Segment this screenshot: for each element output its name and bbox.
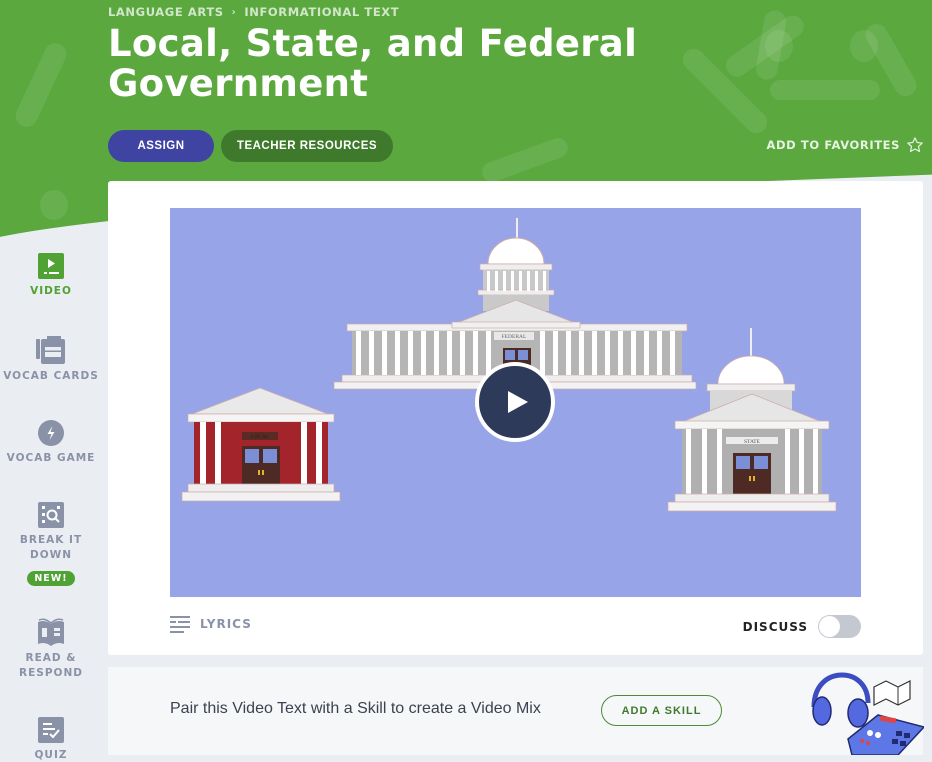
assign-button[interactable]: ASSIGN xyxy=(108,130,214,162)
lyrics-icon xyxy=(170,616,190,633)
sidebar-item-label: QUIZ xyxy=(34,749,68,761)
headphones-music-illustration xyxy=(811,672,924,755)
book-icon xyxy=(38,618,64,646)
quiz-icon xyxy=(38,717,64,743)
lightning-icon xyxy=(38,420,64,446)
add-to-favorites-button[interactable]: ADD TO FAVORITES xyxy=(767,136,924,154)
state-building: STATE xyxy=(667,328,837,512)
magnify-icon xyxy=(38,502,64,528)
discuss-control: DISCUSS xyxy=(743,615,861,638)
new-badge: NEW! xyxy=(27,571,75,586)
sidebar-item-quiz[interactable]: QUIZ xyxy=(0,717,102,762)
background-pattern xyxy=(479,135,571,185)
favorites-label: ADD TO FAVORITES xyxy=(766,138,900,152)
page-title: Local, State, and Federal Government xyxy=(108,22,638,105)
add-a-skill-button[interactable]: ADD A SKILL xyxy=(601,695,722,726)
breadcrumb: LANGUAGE ARTS › INFORMATIONAL TEXT xyxy=(108,5,399,19)
video-card: FEDERAL LOCAL STATE LYRICS DISCUSS xyxy=(108,181,923,655)
sidebar-item-label: BREAK IT DOWN xyxy=(19,534,83,561)
state-sign: STATE xyxy=(744,439,761,445)
toggle-knob xyxy=(819,616,840,637)
video-mix-banner: Pair this Video Text with a Skill to cre… xyxy=(108,667,924,755)
sidebar-item-label: VOCAB CARDS xyxy=(3,370,99,382)
federal-sign: FEDERAL xyxy=(502,334,527,340)
lyrics-label: LYRICS xyxy=(200,617,252,631)
breadcrumb-item-category[interactable]: INFORMATIONAL TEXT xyxy=(244,5,399,19)
background-pattern xyxy=(765,30,793,62)
teacher-resources-button[interactable]: TEACHER RESOURCES xyxy=(221,130,393,162)
chevron-right-icon: › xyxy=(231,6,237,18)
breadcrumb-item-subject[interactable]: LANGUAGE ARTS xyxy=(108,5,224,19)
video-player[interactable]: FEDERAL LOCAL STATE xyxy=(170,208,861,597)
sidebar-item-label: VOCAB GAME xyxy=(6,452,96,464)
sidebar-item-vocab-cards[interactable]: VOCAB CARDS xyxy=(0,336,102,384)
play-button[interactable] xyxy=(475,362,555,442)
discuss-toggle[interactable] xyxy=(818,615,861,638)
sidebar-item-vocab-game[interactable]: VOCAB GAME xyxy=(0,420,102,466)
sidebar-item-label: VIDEO xyxy=(30,285,72,297)
local-building: LOCAL xyxy=(181,387,341,502)
video-icon xyxy=(38,253,64,279)
sidebar-item-label: READ & RESPOND xyxy=(19,652,83,679)
discuss-label: DISCUSS xyxy=(742,619,808,634)
local-sign: LOCAL xyxy=(251,434,270,440)
sidebar-item-read-respond[interactable]: READ & RESPOND xyxy=(0,618,102,681)
video-mix-text: Pair this Video Text with a Skill to cre… xyxy=(170,700,541,717)
sidebar-item-break-it-down[interactable]: BREAK IT DOWN NEW! xyxy=(0,502,102,586)
lyrics-button[interactable]: LYRICS xyxy=(170,615,252,633)
background-pattern xyxy=(12,39,70,131)
sidebar-item-video[interactable]: VIDEO xyxy=(0,253,102,299)
background-pattern xyxy=(40,190,68,220)
background-pattern xyxy=(770,80,880,100)
star-icon xyxy=(907,137,923,153)
play-icon xyxy=(508,391,528,413)
vocab-cards-icon xyxy=(36,336,65,364)
